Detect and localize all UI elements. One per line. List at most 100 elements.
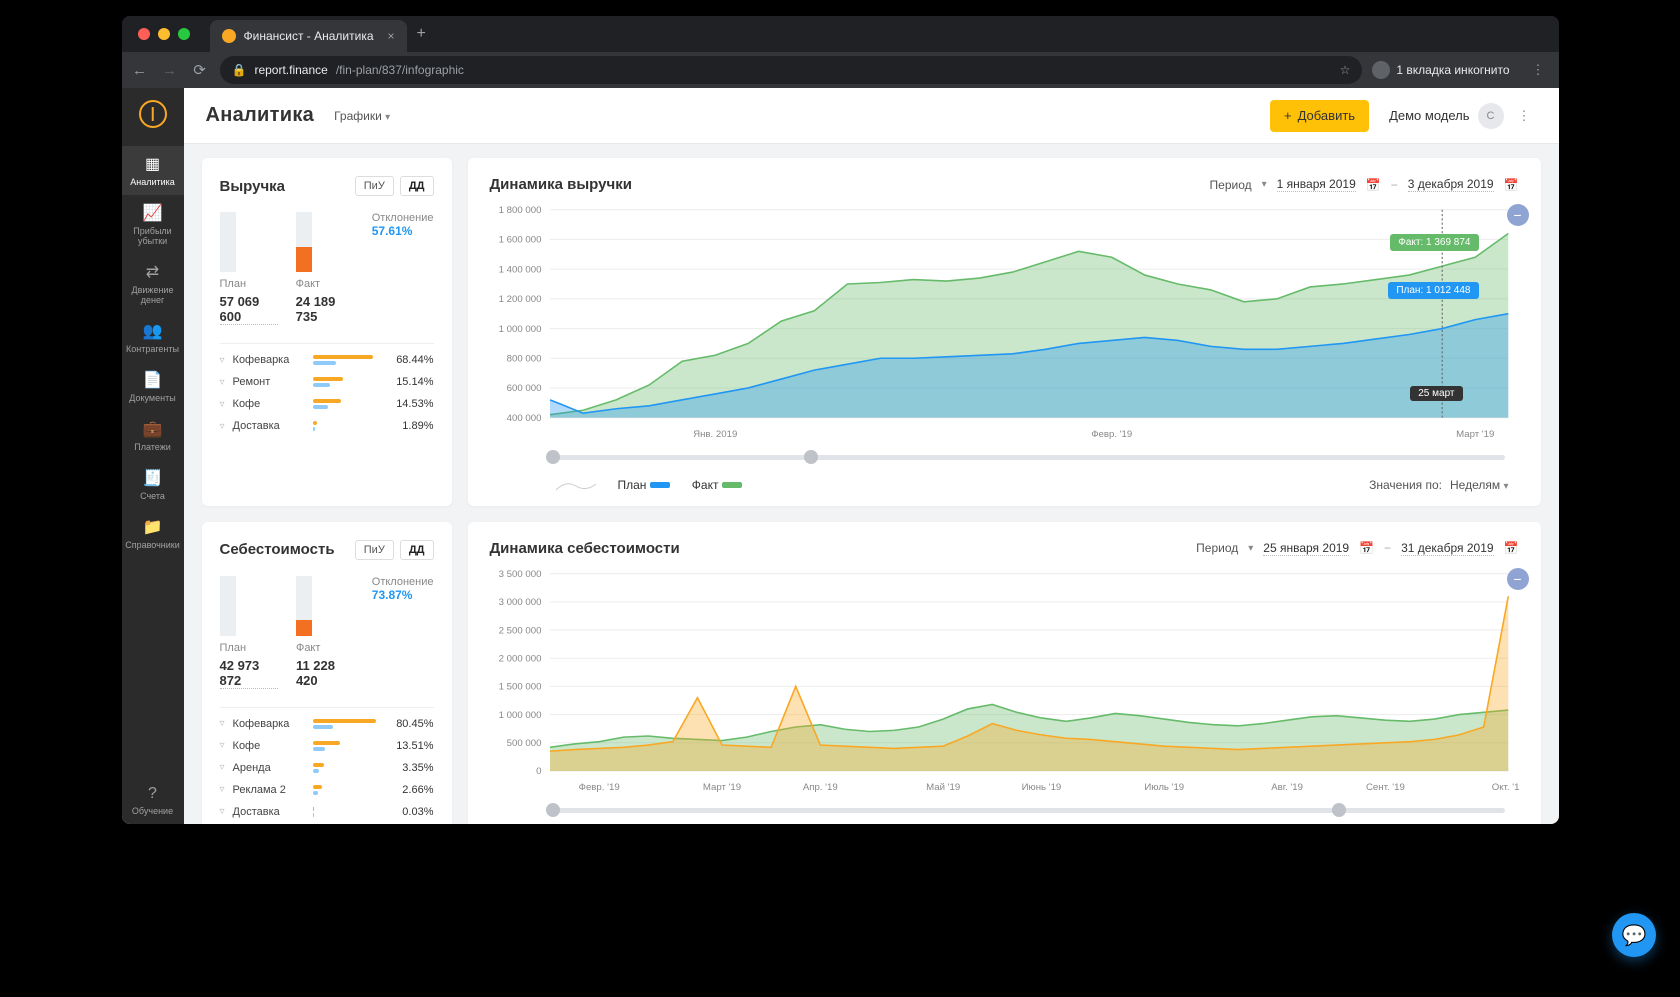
forward-button[interactable]: → <box>160 62 180 79</box>
calendar-icon[interactable]: 📅 <box>1504 541 1519 555</box>
svg-text:1 200 000: 1 200 000 <box>498 294 541 305</box>
view-selector[interactable]: Графики ▾ <box>334 109 390 123</box>
document-icon: 📄 <box>124 370 182 390</box>
caret-icon[interactable]: ▿ <box>220 740 225 751</box>
row-name: Кофе <box>233 740 305 752</box>
toggle-dd[interactable]: ДД <box>400 540 434 560</box>
bookmark-icon[interactable]: ☆ <box>1340 63 1351 77</box>
row-pct: 0.03% <box>390 806 434 818</box>
slider-handle-left[interactable] <box>546 803 560 817</box>
values-by-selector[interactable]: Неделям ▾ <box>1450 478 1508 492</box>
kpi-breakdown-row[interactable]: ▿ Кофе 13.51% <box>220 740 434 752</box>
sidebar-item-cashflow[interactable]: ⇄ Движение денег <box>122 254 184 313</box>
date-to[interactable]: 3 декабря 2019 <box>1408 177 1494 192</box>
range-slider[interactable] <box>490 798 1519 822</box>
legend-fact[interactable]: Факт <box>692 478 742 492</box>
maximize-window-button[interactable] <box>178 28 190 40</box>
caret-icon[interactable]: ▿ <box>220 784 225 795</box>
sidebar-item-counterparties[interactable]: 👥 Контрагенты <box>122 313 184 362</box>
slider-handle-right[interactable] <box>1332 803 1346 817</box>
caret-icon[interactable]: ▿ <box>220 399 225 410</box>
favicon <box>222 29 236 43</box>
chevron-down-icon[interactable]: ▾ <box>1248 543 1253 554</box>
slider-handle-right[interactable] <box>804 450 818 464</box>
plan-bar <box>220 212 236 272</box>
sidebar-item-pnl[interactable]: 📈 Прибыли убытки <box>122 195 184 254</box>
sparkline <box>556 476 596 494</box>
chevron-down-icon[interactable]: ▾ <box>1262 179 1267 190</box>
reload-button[interactable]: ⟳ <box>190 61 210 79</box>
toggle-dd[interactable]: ДД <box>400 176 434 196</box>
tab-close-icon[interactable]: × <box>388 29 395 43</box>
row-pct: 2.66% <box>390 784 434 796</box>
caret-icon[interactable]: ▿ <box>220 806 225 817</box>
kpi-breakdown-row[interactable]: ▿ Аренда 3.35% <box>220 762 434 774</box>
legend-plan[interactable]: План <box>618 478 670 492</box>
chart-collapse-button[interactable]: − <box>1507 568 1529 590</box>
caret-icon[interactable]: ▿ <box>220 421 225 432</box>
app-logo[interactable] <box>139 100 167 128</box>
sidebar-item-label: Контрагенты <box>126 344 179 354</box>
sidebar-item-payments[interactable]: 💼 Платежи <box>122 411 184 460</box>
calendar-icon[interactable]: 📅 <box>1366 178 1381 192</box>
close-window-button[interactable] <box>138 28 150 40</box>
toggle-piu[interactable]: ПиУ <box>355 540 394 560</box>
row-pct: 3.35% <box>390 762 434 774</box>
calendar-icon[interactable]: 📅 <box>1359 541 1374 555</box>
calendar-icon[interactable]: 📅 <box>1504 178 1519 192</box>
address-bar[interactable]: 🔒 report.finance/fin-plan/837/infographi… <box>220 56 1363 84</box>
caret-icon[interactable]: ▿ <box>220 355 225 366</box>
back-button[interactable]: ← <box>130 62 150 79</box>
browser-menu-button[interactable]: ⋮ <box>1526 62 1551 78</box>
date-from[interactable]: 1 января 2019 <box>1277 177 1356 192</box>
row-pct: 15.14% <box>390 376 434 388</box>
sidebar-item-invoices[interactable]: 🧾 Счета <box>122 460 184 509</box>
people-icon: 👥 <box>124 321 182 341</box>
row-pct: 68.44% <box>390 354 434 366</box>
page-header: Аналитика Графики ▾ + Добавить Демо моде… <box>184 88 1559 144</box>
add-button[interactable]: + Добавить <box>1270 100 1369 132</box>
caret-icon[interactable]: ▿ <box>220 762 225 773</box>
row-name: Кофе <box>233 398 305 410</box>
sidebar-item-analytics[interactable]: ▦ Аналитика <box>122 146 184 195</box>
kpi-breakdown-row[interactable]: ▿ Кофеварка 80.45% <box>220 718 434 730</box>
kpi-breakdown-row[interactable]: ▿ Ремонт 15.14% <box>220 376 434 388</box>
sidebar-item-help[interactable]: ? Обучение <box>122 777 184 824</box>
new-tab-button[interactable]: + <box>417 25 426 43</box>
folder-icon: 📁 <box>124 517 182 537</box>
slider-handle-left[interactable] <box>546 450 560 464</box>
minimize-window-button[interactable] <box>158 28 170 40</box>
incognito-indicator[interactable]: 1 вкладка инкогнито <box>1372 61 1509 79</box>
svg-text:Янв. 2019: Янв. 2019 <box>693 429 737 440</box>
kpi-breakdown-row[interactable]: ▿ Реклама 2 2.66% <box>220 784 434 796</box>
browser-tab[interactable]: Финансист - Аналитика × <box>210 20 407 52</box>
kpi-breakdown-row[interactable]: ▿ Доставка 0.03% <box>220 806 434 818</box>
user-avatar[interactable]: С <box>1478 103 1504 129</box>
chart-card-revenue: Динамика выручки Период ▾ 1 января 2019 … <box>468 158 1541 506</box>
kpi-breakdown-row[interactable]: ▿ Доставка 1.89% <box>220 420 434 432</box>
tooltip-fact: Факт: 1 369 874 <box>1390 234 1478 251</box>
model-selector[interactable]: Демо модель С ⋮ <box>1389 103 1536 129</box>
header-menu-button[interactable]: ⋮ <box>1512 108 1537 124</box>
sidebar-item-label: Обучение <box>132 806 173 816</box>
date-from[interactable]: 25 января 2019 <box>1263 541 1349 556</box>
date-to[interactable]: 31 декабря 2019 <box>1401 541 1493 556</box>
row-bars <box>313 424 382 428</box>
kpi-breakdown-row[interactable]: ▿ Кофе 14.53% <box>220 398 434 410</box>
revenue-chart[interactable]: 400 000600 000800 0001 000 0001 200 0001… <box>490 199 1519 446</box>
svg-text:1 600 000: 1 600 000 <box>498 235 541 246</box>
cost-chart[interactable]: 0500 0001 000 0001 500 0002 000 0002 500… <box>490 563 1519 799</box>
caret-icon[interactable]: ▿ <box>220 718 225 729</box>
row-bars <box>313 744 382 748</box>
toggle-piu[interactable]: ПиУ <box>355 176 394 196</box>
sidebar-item-documents[interactable]: 📄 Документы <box>122 362 184 411</box>
chart-collapse-button[interactable]: − <box>1507 204 1529 226</box>
sidebar-item-references[interactable]: 📁 Справочники <box>122 509 184 558</box>
kpi-breakdown-row[interactable]: ▿ Кофеварка 68.44% <box>220 354 434 366</box>
view-selector-label: Графики <box>334 109 382 123</box>
page-title: Аналитика <box>206 104 315 127</box>
caret-icon[interactable]: ▿ <box>220 377 225 388</box>
range-slider[interactable] <box>490 446 1519 470</box>
svg-text:500 000: 500 000 <box>506 738 541 749</box>
address-bar-row: ← → ⟳ 🔒 report.finance/fin-plan/837/info… <box>122 52 1559 88</box>
